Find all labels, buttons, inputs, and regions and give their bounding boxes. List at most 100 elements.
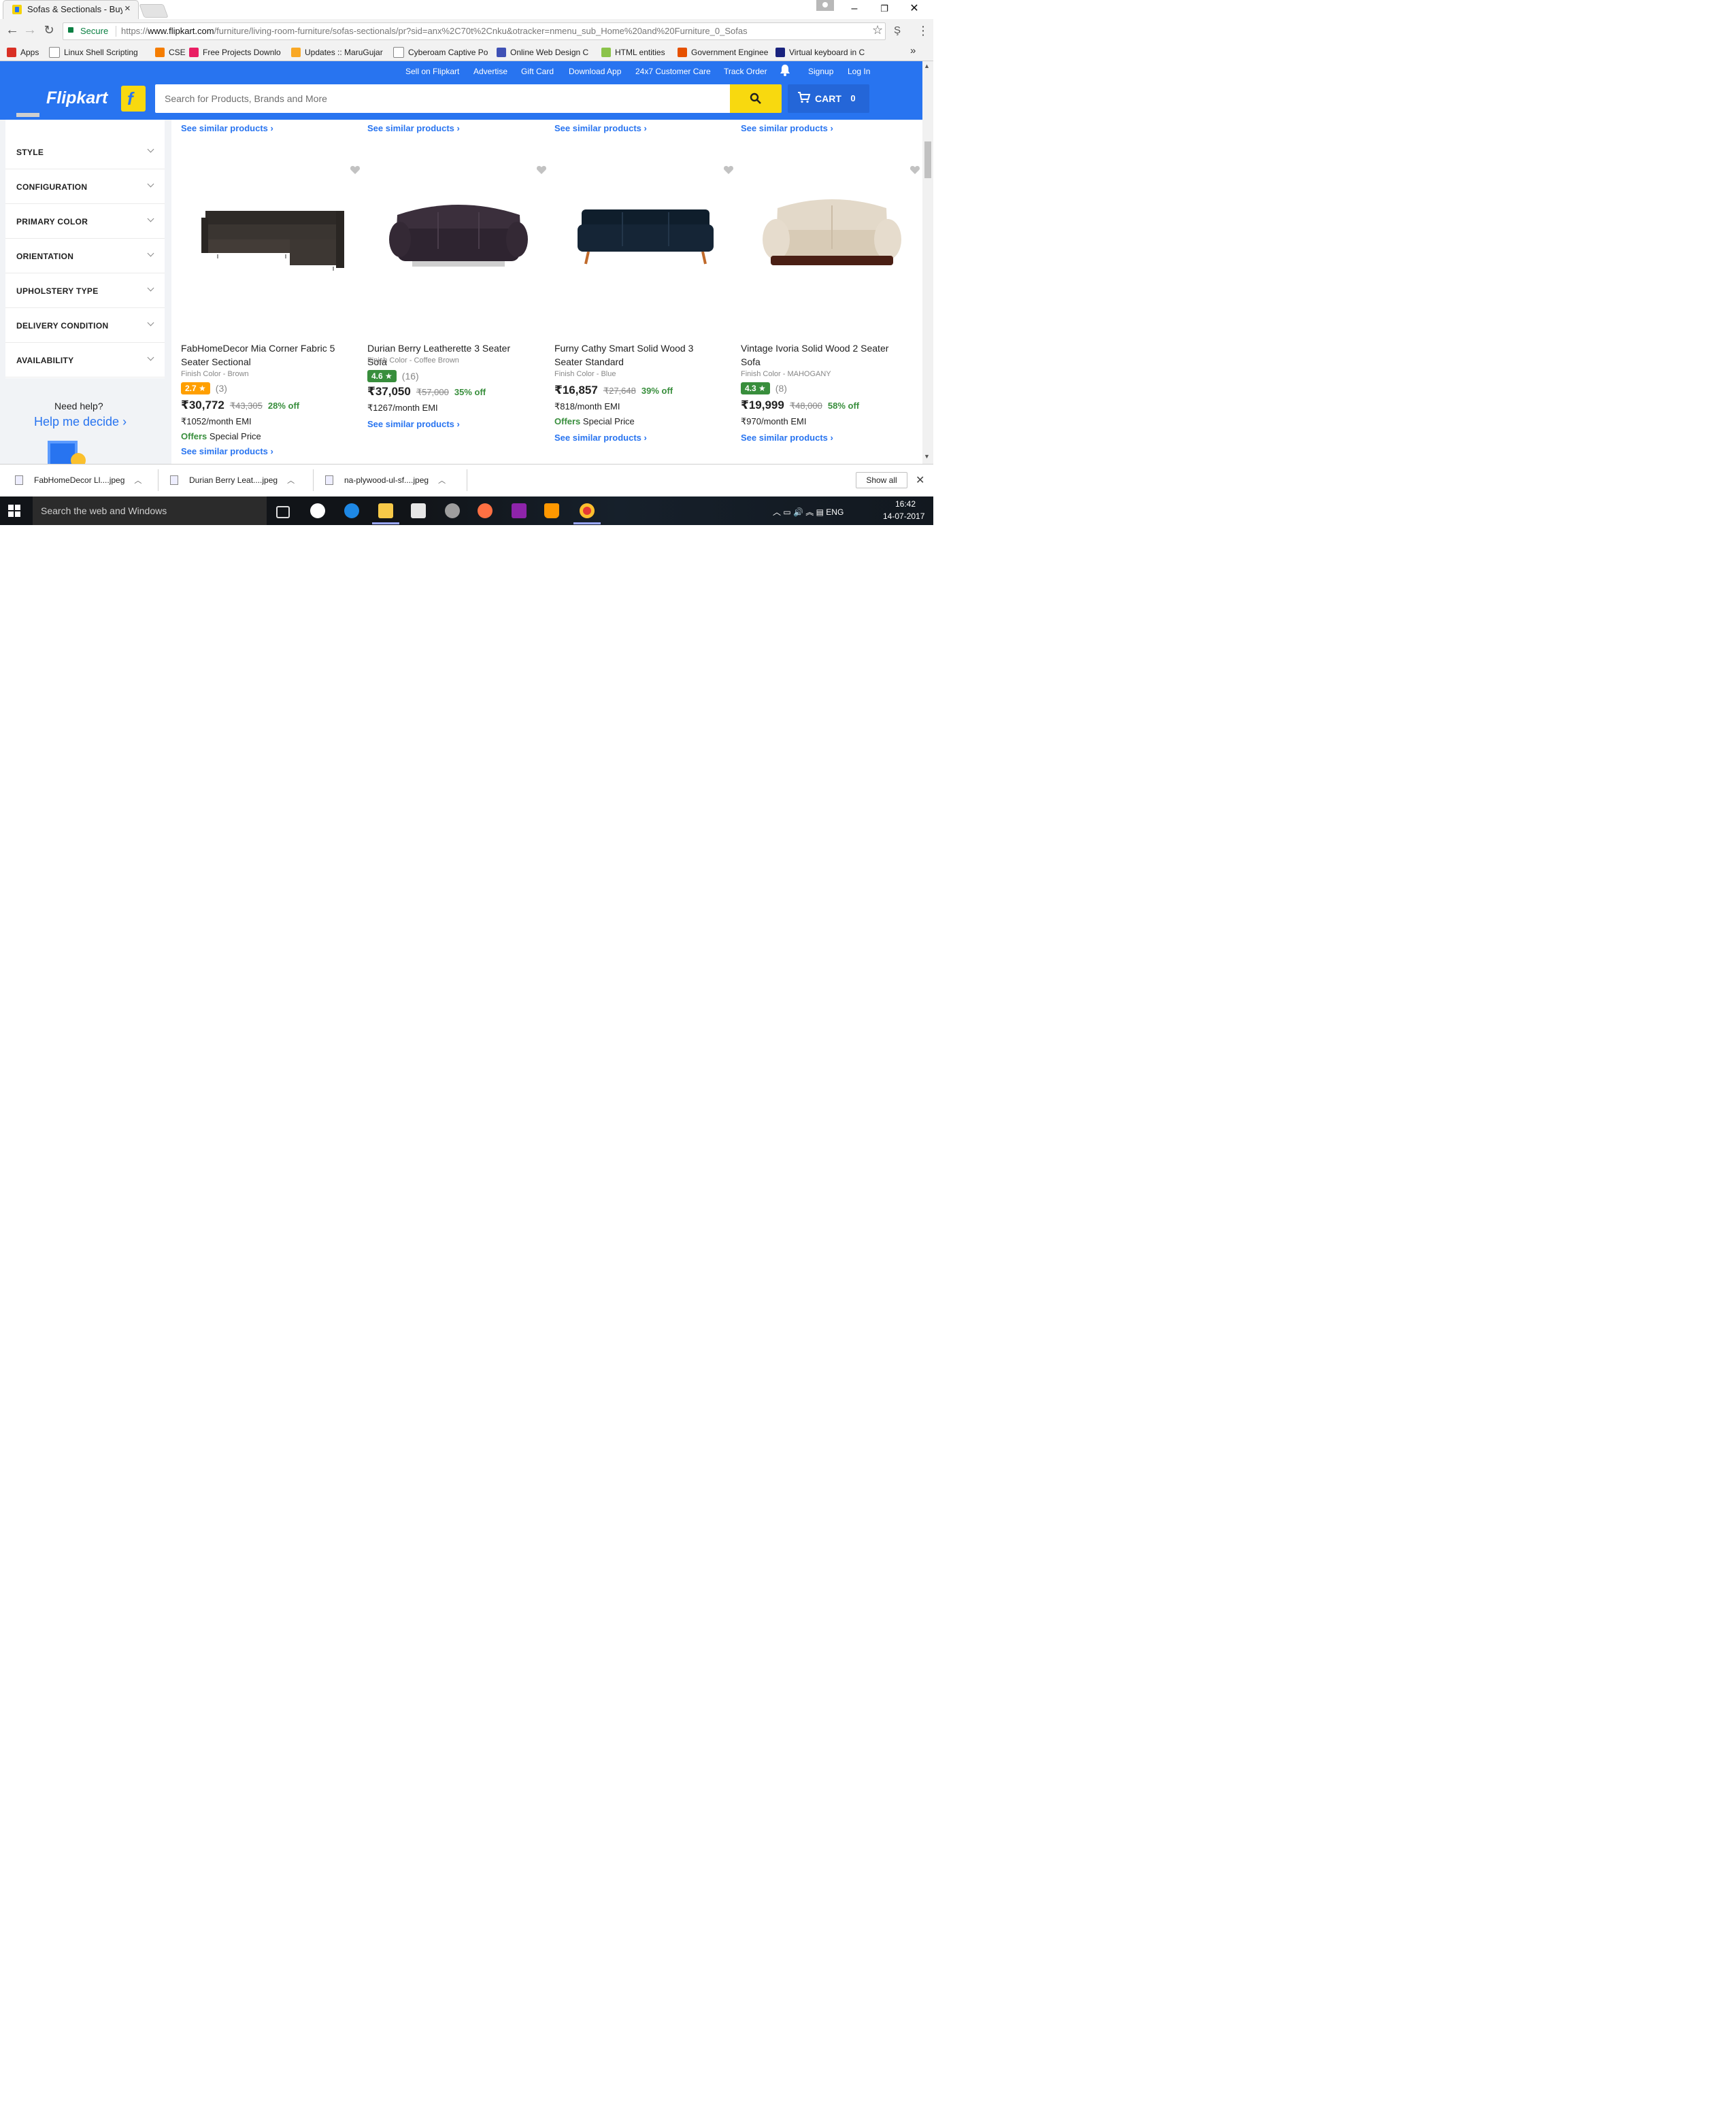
restore-icon[interactable]: ❐ <box>869 1 899 16</box>
filter-orientation[interactable]: ORIENTATION <box>5 239 165 273</box>
download-app-link[interactable]: Download App <box>569 67 621 76</box>
offers-label: Offers <box>554 416 581 426</box>
product-image[interactable] <box>564 181 727 276</box>
filter-configuration[interactable]: CONFIGURATION <box>5 169 165 204</box>
gift-card-link[interactable]: Gift Card <box>521 67 554 76</box>
tab-close-icon[interactable]: × <box>124 3 131 14</box>
edge-icon[interactable] <box>344 503 359 518</box>
bookmark-item[interactable]: Cyberoam Captive Po <box>393 46 488 59</box>
login-link[interactable]: Log In <box>848 67 870 76</box>
filter-delivery-condition[interactable]: DELIVERY CONDITION <box>5 308 165 343</box>
wishlist-heart-icon[interactable] <box>536 165 547 175</box>
advertise-link[interactable]: Advertise <box>473 67 507 76</box>
hp-icon[interactable] <box>310 503 325 518</box>
product-card[interactable]: FabHomeDecor Mia Corner Fabric 5 Seater … <box>181 158 365 465</box>
need-help-text: Need help? <box>54 401 103 411</box>
help-me-decide-link[interactable]: Help me decide › <box>34 415 127 429</box>
profile-icon[interactable] <box>816 0 834 11</box>
bookmarks-overflow-icon[interactable]: » <box>910 45 916 56</box>
language-indicator[interactable]: ENG <box>826 507 844 517</box>
see-similar-link[interactable]: See similar products › <box>367 419 460 429</box>
product-title[interactable]: Furny Cathy Smart Solid Wood 3 Seater St… <box>554 341 718 369</box>
wishlist-heart-icon[interactable] <box>350 165 361 175</box>
url-text[interactable]: https://www.flipkart.com/furniture/livin… <box>121 26 748 36</box>
see-similar-link[interactable]: See similar products › <box>741 123 833 133</box>
product-card[interactable]: Durian Berry Leatherette 3 Seater Sofa F… <box>367 158 551 465</box>
window-close-icon[interactable]: ✕ <box>899 1 929 16</box>
product-image[interactable] <box>377 181 540 276</box>
new-tab-button[interactable] <box>139 4 169 18</box>
see-similar-link[interactable]: See similar products › <box>554 433 647 443</box>
flipkart-logo[interactable]: Flipkart <box>46 88 107 108</box>
emi-text: ₹970/month EMI <box>741 416 807 426</box>
download-item[interactable]: FabHomeDecor Ll....jpeg ︿ <box>15 469 141 491</box>
product-title[interactable]: FabHomeDecor Mia Corner Fabric 5 Seater … <box>181 341 344 369</box>
browser-menu-icon[interactable]: ⋮ <box>917 24 929 38</box>
product-title[interactable]: Vintage Ivoria Solid Wood 2 Seater Sofa <box>741 341 904 369</box>
bookmark-item[interactable]: Online Web Design C <box>497 46 588 59</box>
chevron-up-icon[interactable]: ︿ <box>438 475 446 486</box>
bookmark-item[interactable]: HTML entities <box>601 46 665 59</box>
page-scrollbar[interactable] <box>922 61 933 464</box>
vlc-icon[interactable] <box>544 503 559 518</box>
search-input[interactable] <box>155 84 730 113</box>
scroll-down-icon[interactable]: ▼ <box>924 453 930 460</box>
extension-icon[interactable]: Ş <box>894 24 901 36</box>
see-similar-link[interactable]: See similar products › <box>554 123 647 133</box>
see-similar-link[interactable]: See similar products › <box>367 123 460 133</box>
chevron-up-icon[interactable]: ︿ <box>287 475 295 486</box>
reload-icon[interactable]: ↻ <box>42 23 56 37</box>
filter-availability[interactable]: AVAILABILITY <box>5 343 165 377</box>
clock-time[interactable]: 16:42 <box>895 499 916 509</box>
see-similar-link[interactable]: See similar products › <box>741 433 833 443</box>
windows-start-icon[interactable] <box>8 505 20 517</box>
bookmark-star-icon[interactable]: ☆ <box>872 23 883 37</box>
track-order-link[interactable]: Track Order <box>724 67 767 76</box>
task-view-icon[interactable] <box>276 506 290 518</box>
signup-link[interactable]: Signup <box>808 67 833 76</box>
system-tray[interactable]: ︿ ▭ 🔊 ︽ ▤ ENG <box>773 506 844 518</box>
bookmark-item[interactable]: CSE <box>155 46 186 59</box>
bookmark-item[interactable]: Updates :: MaruGujar <box>291 46 383 59</box>
product-image[interactable] <box>190 181 354 276</box>
download-item[interactable]: Durian Berry Leat....jpeg ︿ <box>170 469 295 491</box>
firefox-icon[interactable] <box>478 503 493 518</box>
chrome-icon[interactable] <box>580 503 595 518</box>
paint-icon[interactable] <box>512 503 527 518</box>
file-explorer-icon[interactable] <box>378 503 393 518</box>
customer-care-link[interactable]: 24x7 Customer Care <box>635 67 711 76</box>
bookmark-item[interactable]: Government Enginee <box>678 46 768 59</box>
bookmark-item[interactable]: Free Projects Downlo <box>189 46 281 59</box>
bookmark-item[interactable]: Apps <box>7 46 39 59</box>
filter-upholstery-type[interactable]: UPHOLSTERY TYPE <box>5 273 165 308</box>
scrollbar-thumb[interactable] <box>924 141 931 178</box>
back-icon[interactable]: ← <box>5 22 19 38</box>
flipkart-bag-icon[interactable]: f <box>121 86 146 112</box>
wishlist-heart-icon[interactable] <box>723 165 734 175</box>
sell-on-flipkart-link[interactable]: Sell on Flipkart <box>405 67 459 76</box>
review-count: (16) <box>401 371 419 382</box>
bookmark-item[interactable]: Linux Shell Scripting <box>49 46 138 59</box>
filter-primary-color[interactable]: PRIMARY COLOR <box>5 204 165 239</box>
see-similar-link[interactable]: See similar products › <box>181 446 273 456</box>
product-card[interactable]: Vintage Ivoria Solid Wood 2 Seater Sofa … <box>741 158 924 465</box>
minimize-icon[interactable]: – <box>839 1 869 16</box>
scroll-up-icon[interactable]: ▲ <box>924 63 930 69</box>
wishlist-heart-icon[interactable] <box>909 165 920 175</box>
clock-date[interactable]: 14-07-2017 <box>883 511 924 521</box>
see-similar-link[interactable]: See similar products › <box>181 123 273 133</box>
download-item[interactable]: na-plywood-ul-sf....jpeg ︿ <box>325 469 446 491</box>
notification-bell-icon[interactable] <box>780 64 790 76</box>
store-icon[interactable] <box>411 503 426 518</box>
app-icon[interactable] <box>445 503 460 518</box>
close-shelf-icon[interactable]: ✕ <box>916 473 924 487</box>
product-title[interactable]: Durian Berry Leatherette 3 Seater Sofa <box>367 341 531 369</box>
search-button[interactable] <box>730 84 782 113</box>
filter-style[interactable]: STYLE <box>5 135 165 169</box>
product-image[interactable] <box>750 181 914 276</box>
chevron-up-icon[interactable]: ︿ <box>134 475 141 486</box>
forward-icon[interactable]: → <box>23 22 37 38</box>
show-all-downloads-button[interactable]: Show all <box>856 472 907 488</box>
product-card[interactable]: Furny Cathy Smart Solid Wood 3 Seater St… <box>554 158 738 465</box>
bookmark-item[interactable]: Virtual keyboard in C <box>775 46 865 59</box>
